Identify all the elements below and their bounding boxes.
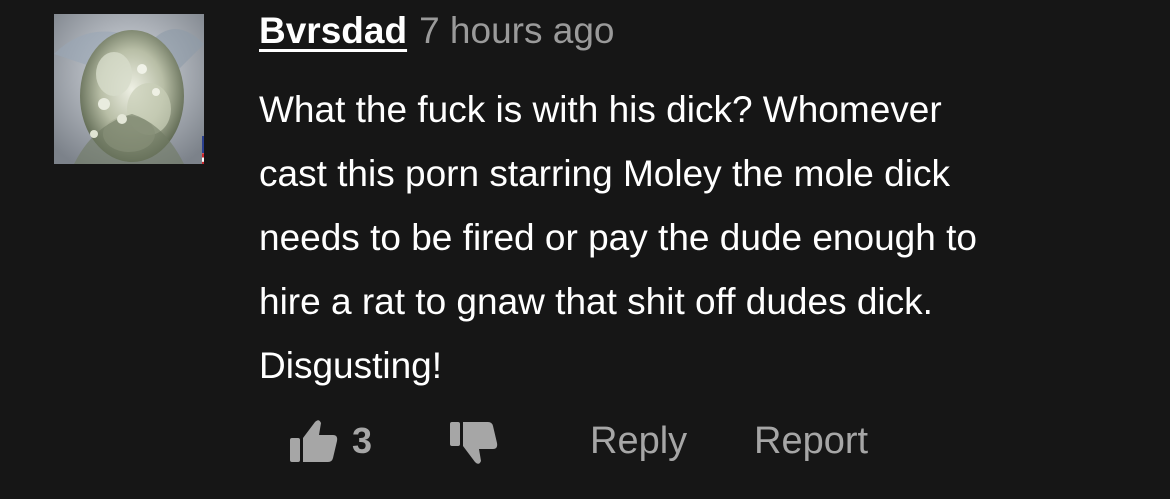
comment-body-line: needs to be fired or pay the dude enough… [259,217,977,258]
like-count: 3 [352,420,373,461]
avatar[interactable] [54,14,204,164]
reply-button[interactable]: Reply [590,420,687,463]
comment-body-line: What the fuck is with his dick? Whomever [259,89,942,130]
thumbs-up-icon[interactable] [288,416,340,468]
comment-body-line: Disgusting! [259,345,443,386]
comment-body: What the fuck is with his dick? Whomever… [259,78,1119,398]
comment-item: Bvrsdad 7 hours ago What the fuck is wit… [0,0,1170,499]
avatar-image [54,14,204,164]
us-flag-icon [202,136,204,164]
comment-actions: 3 Reply Report [288,412,928,472]
thumbs-down-icon[interactable] [448,416,500,468]
comment-body-line: cast this porn starring Moley the mole d… [259,153,950,194]
comment-body-line: hire a rat to gnaw that shit off dudes d… [259,281,933,322]
report-button[interactable]: Report [754,420,868,463]
comment-timestamp: 7 hours ago [419,10,615,51]
username-link[interactable]: Bvrsdad [259,10,407,52]
comment-header: Bvrsdad 7 hours ago [259,10,615,56]
